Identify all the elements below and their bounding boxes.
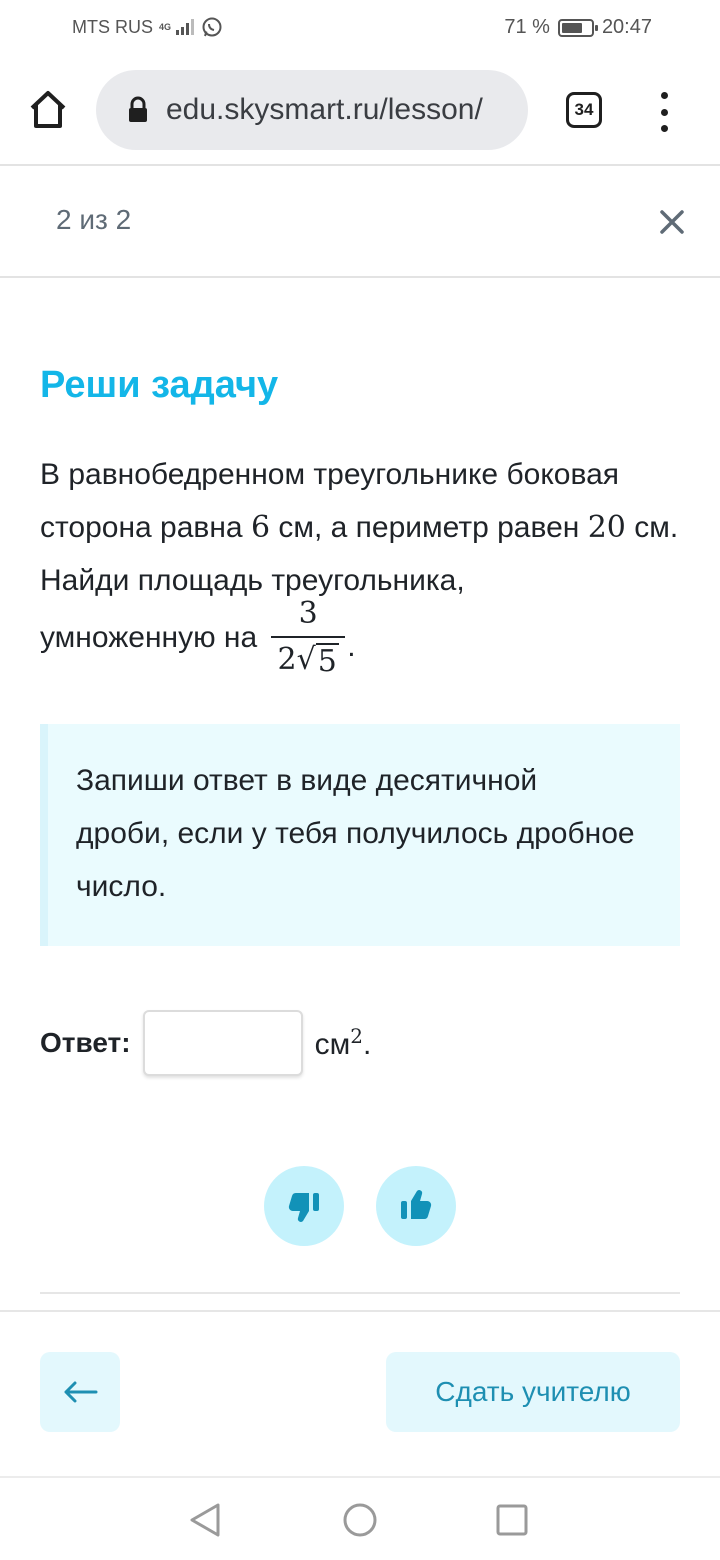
task-progress: 2 из 2 (56, 204, 132, 235)
arrow-left-icon (64, 1381, 98, 1403)
tab-count: 34 (574, 100, 594, 119)
battery-percent: 71 % (504, 16, 550, 38)
url-text[interactable]: edu.skysmart.ru/lesson/ (166, 93, 483, 127)
perimeter-value: 20 (587, 510, 626, 545)
battery-icon (557, 18, 598, 37)
hint-text: Запиши ответ в виде десятичной дроби, ес… (76, 764, 635, 903)
answer-unit: см2. (314, 1024, 372, 1061)
task-text-multiplied: умноженную на (40, 621, 258, 654)
submit-to-teacher-button[interactable]: Сдать учителю (386, 1352, 680, 1432)
sqrt-icon: √ (296, 642, 316, 677)
fraction-numerator: 3 (298, 596, 318, 631)
browser-toolbar: edu.skysmart.ru/lesson/ 34 (0, 56, 720, 166)
fraction-denominator: 2 √ 5 (277, 642, 339, 679)
nav-back-icon[interactable] (188, 1502, 222, 1538)
divider (40, 1292, 680, 1294)
battery-level (561, 22, 582, 33)
address-bar[interactable]: edu.skysmart.ru/lesson/ (96, 70, 528, 150)
whatsapp-icon (202, 17, 222, 37)
status-left: MTS RUS 4G (72, 16, 223, 38)
menu-icon[interactable] (652, 92, 676, 132)
nav-recent-icon[interactable] (496, 1504, 528, 1536)
signal-icon (176, 19, 195, 35)
submit-label: Сдать учителю (435, 1376, 631, 1407)
answer-input[interactable] (142, 1010, 303, 1076)
nav-home-icon[interactable] (342, 1502, 378, 1538)
answer-label: Ответ: (40, 1027, 131, 1058)
hint-box: Запиши ответ в виде десятичной дроби, ес… (40, 724, 680, 946)
fraction: 3 2 √ 5 (271, 596, 346, 680)
thumbs-down-icon (288, 1192, 319, 1222)
system-nav-bar (0, 1476, 720, 1560)
status-bar: MTS RUS 4G 71 % 20:47 (0, 0, 720, 56)
task-title: Реши задачу (40, 364, 279, 406)
side-length: 6 (250, 510, 271, 545)
like-button[interactable] (376, 1166, 456, 1246)
thumbs-up-icon (401, 1190, 432, 1220)
carrier-name: MTS RUS (72, 16, 153, 37)
close-icon[interactable] (656, 206, 688, 238)
divider (0, 1310, 720, 1312)
task-fraction-line: умноженную на 3 2 √ 5 . (40, 596, 356, 680)
lesson-header: 2 из 2 (0, 168, 720, 278)
dislike-button[interactable] (264, 1166, 344, 1246)
status-right: 71 % 20:47 (504, 16, 652, 39)
clock: 20:47 (601, 16, 652, 38)
tabs-button[interactable]: 34 (566, 92, 602, 128)
lock-icon (129, 96, 147, 122)
answer-row: Ответ: см2. (40, 1010, 371, 1076)
network-type: 4G (159, 21, 172, 32)
back-button[interactable] (40, 1352, 120, 1432)
task-text: В равнобедренном треугольнике боковая ст… (40, 458, 679, 597)
home-icon[interactable] (26, 88, 70, 132)
